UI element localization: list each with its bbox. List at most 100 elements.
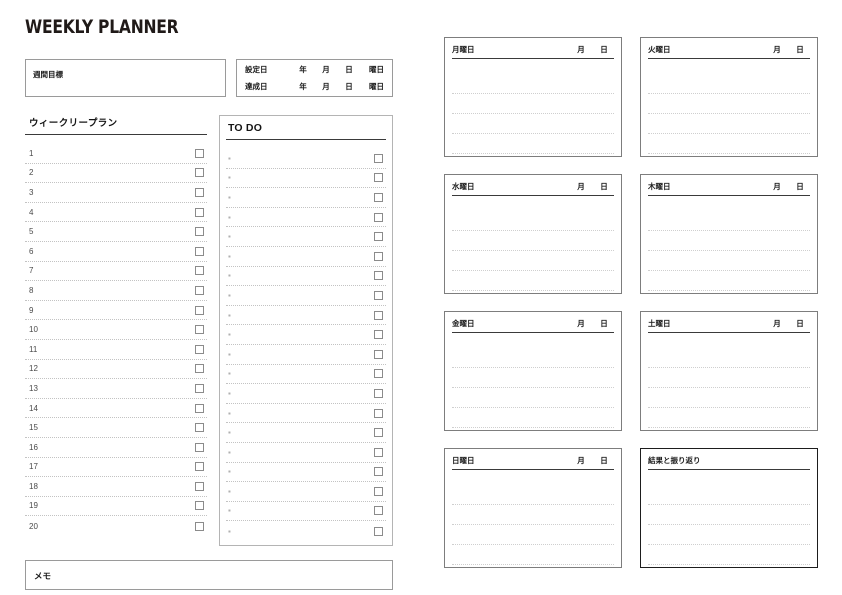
review-box[interactable]: 結果と振り返り — [640, 448, 818, 568]
day-writing-line[interactable] — [452, 388, 614, 408]
todo-row-checkbox[interactable] — [374, 467, 383, 477]
weekly-plan-row-checkbox[interactable] — [195, 148, 204, 158]
weekly-plan-row-checkbox[interactable] — [195, 423, 204, 433]
weekly-plan-row[interactable]: 5 — [25, 222, 207, 242]
todo-row[interactable]: ▪ — [226, 443, 386, 463]
day-box[interactable]: 月曜日 月 日 — [444, 37, 622, 157]
todo-row-checkbox[interactable] — [374, 447, 383, 457]
day-writing-line[interactable] — [452, 74, 614, 94]
weekly-plan-row[interactable]: 13 — [25, 379, 207, 399]
todo-row[interactable]: ▪ — [226, 423, 386, 443]
day-writing-line[interactable] — [452, 485, 614, 505]
todo-row-checkbox[interactable] — [374, 192, 383, 202]
todo-row[interactable]: ▪ — [226, 482, 386, 502]
day-writing-line[interactable] — [452, 251, 614, 271]
weekly-plan-row-checkbox[interactable] — [195, 403, 204, 413]
day-writing-line[interactable] — [648, 545, 810, 565]
day-box[interactable]: 火曜日 月 日 — [640, 37, 818, 157]
todo-row-checkbox[interactable] — [374, 408, 383, 418]
todo-row-checkbox[interactable] — [374, 349, 383, 359]
todo-row[interactable]: ▪ — [226, 267, 386, 287]
day-box[interactable]: 日曜日 月 日 — [444, 448, 622, 568]
weekly-plan-row[interactable]: 1 — [25, 144, 207, 164]
day-writing-line[interactable] — [648, 348, 810, 368]
weekly-plan-row[interactable]: 15 — [25, 418, 207, 438]
todo-row-checkbox[interactable] — [374, 290, 383, 300]
todo-row[interactable]: ▪ — [226, 227, 386, 247]
weekly-plan-row[interactable]: 18 — [25, 477, 207, 497]
weekly-plan-row-checkbox[interactable] — [195, 442, 204, 452]
weekly-plan-row-checkbox[interactable] — [195, 344, 204, 354]
weekly-plan-row[interactable]: 10 — [25, 320, 207, 340]
day-writing-line[interactable] — [452, 368, 614, 388]
weekly-plan-row-checkbox[interactable] — [195, 227, 204, 237]
todo-row-checkbox[interactable] — [374, 271, 383, 281]
day-writing-lines[interactable] — [648, 196, 810, 291]
day-box[interactable]: 土曜日 月 日 — [640, 311, 818, 431]
todo-row[interactable]: ▪ — [226, 345, 386, 365]
todo-row[interactable]: ▪ — [226, 502, 386, 522]
todo-row-checkbox[interactable] — [374, 486, 383, 496]
weekly-plan-row[interactable]: 8 — [25, 281, 207, 301]
todo-row-checkbox[interactable] — [374, 388, 383, 398]
day-writing-line[interactable] — [648, 211, 810, 231]
todo-row-checkbox[interactable] — [374, 369, 383, 379]
day-writing-line[interactable] — [648, 408, 810, 428]
day-writing-line[interactable] — [648, 231, 810, 251]
day-writing-line[interactable] — [452, 348, 614, 368]
weekly-plan-row-checkbox[interactable] — [195, 325, 204, 335]
day-writing-line[interactable] — [648, 134, 810, 154]
day-writing-line[interactable] — [452, 114, 614, 134]
day-writing-line[interactable] — [452, 525, 614, 545]
todo-row[interactable]: ▪ — [226, 404, 386, 424]
day-writing-lines[interactable] — [452, 470, 614, 565]
todo-row[interactable]: ▪ — [226, 247, 386, 267]
day-writing-line[interactable] — [452, 211, 614, 231]
todo-row[interactable]: ▪ — [226, 208, 386, 228]
day-writing-line[interactable] — [648, 271, 810, 291]
day-writing-line[interactable] — [648, 114, 810, 134]
weekly-plan-row-checkbox[interactable] — [195, 285, 204, 295]
weekly-plan-row-checkbox[interactable] — [195, 305, 204, 315]
day-writing-lines[interactable] — [648, 59, 810, 154]
todo-row-checkbox[interactable] — [374, 526, 383, 536]
day-box[interactable]: 水曜日 月 日 — [444, 174, 622, 294]
weekly-plan-row[interactable]: 6 — [25, 242, 207, 262]
todo-row[interactable]: ▪ — [226, 188, 386, 208]
weekly-plan-row-checkbox[interactable] — [195, 168, 204, 178]
day-writing-lines[interactable] — [452, 196, 614, 291]
todo-row-checkbox[interactable] — [374, 310, 383, 320]
todo-row[interactable]: ▪ — [226, 169, 386, 189]
weekly-plan-row-checkbox[interactable] — [195, 462, 204, 472]
day-writing-line[interactable] — [452, 505, 614, 525]
todo-row[interactable]: ▪ — [226, 306, 386, 326]
todo-row[interactable]: ▪ — [226, 463, 386, 483]
day-box[interactable]: 金曜日 月 日 — [444, 311, 622, 431]
day-writing-line[interactable] — [452, 545, 614, 565]
day-box[interactable]: 木曜日 月 日 — [640, 174, 818, 294]
weekly-plan-row-checkbox[interactable] — [195, 364, 204, 374]
day-writing-line[interactable] — [452, 271, 614, 291]
todo-row[interactable]: ▪ — [226, 325, 386, 345]
day-writing-line[interactable] — [648, 368, 810, 388]
day-writing-line[interactable] — [452, 408, 614, 428]
day-writing-lines[interactable] — [648, 333, 810, 428]
day-writing-lines[interactable] — [452, 333, 614, 428]
todo-row-checkbox[interactable] — [374, 330, 383, 340]
day-writing-lines[interactable] — [648, 470, 810, 565]
weekly-plan-row[interactable]: 14 — [25, 399, 207, 419]
weekly-plan-row-checkbox[interactable] — [195, 207, 204, 217]
weekly-plan-row[interactable]: 9 — [25, 301, 207, 321]
weekly-plan-row-checkbox[interactable] — [195, 501, 204, 511]
todo-row[interactable]: ▪ — [226, 521, 386, 541]
day-writing-line[interactable] — [648, 251, 810, 271]
date-row[interactable]: 達成日 年 月 日 曜日 — [245, 81, 384, 92]
todo-row[interactable]: ▪ — [226, 286, 386, 306]
date-row[interactable]: 設定日 年 月 日 曜日 — [245, 64, 384, 75]
todo-row-checkbox[interactable] — [374, 428, 383, 438]
day-writing-line[interactable] — [452, 134, 614, 154]
day-writing-line[interactable] — [648, 388, 810, 408]
weekly-plan-row-checkbox[interactable] — [195, 481, 204, 491]
todo-row-checkbox[interactable] — [374, 251, 383, 261]
day-writing-line[interactable] — [452, 94, 614, 114]
